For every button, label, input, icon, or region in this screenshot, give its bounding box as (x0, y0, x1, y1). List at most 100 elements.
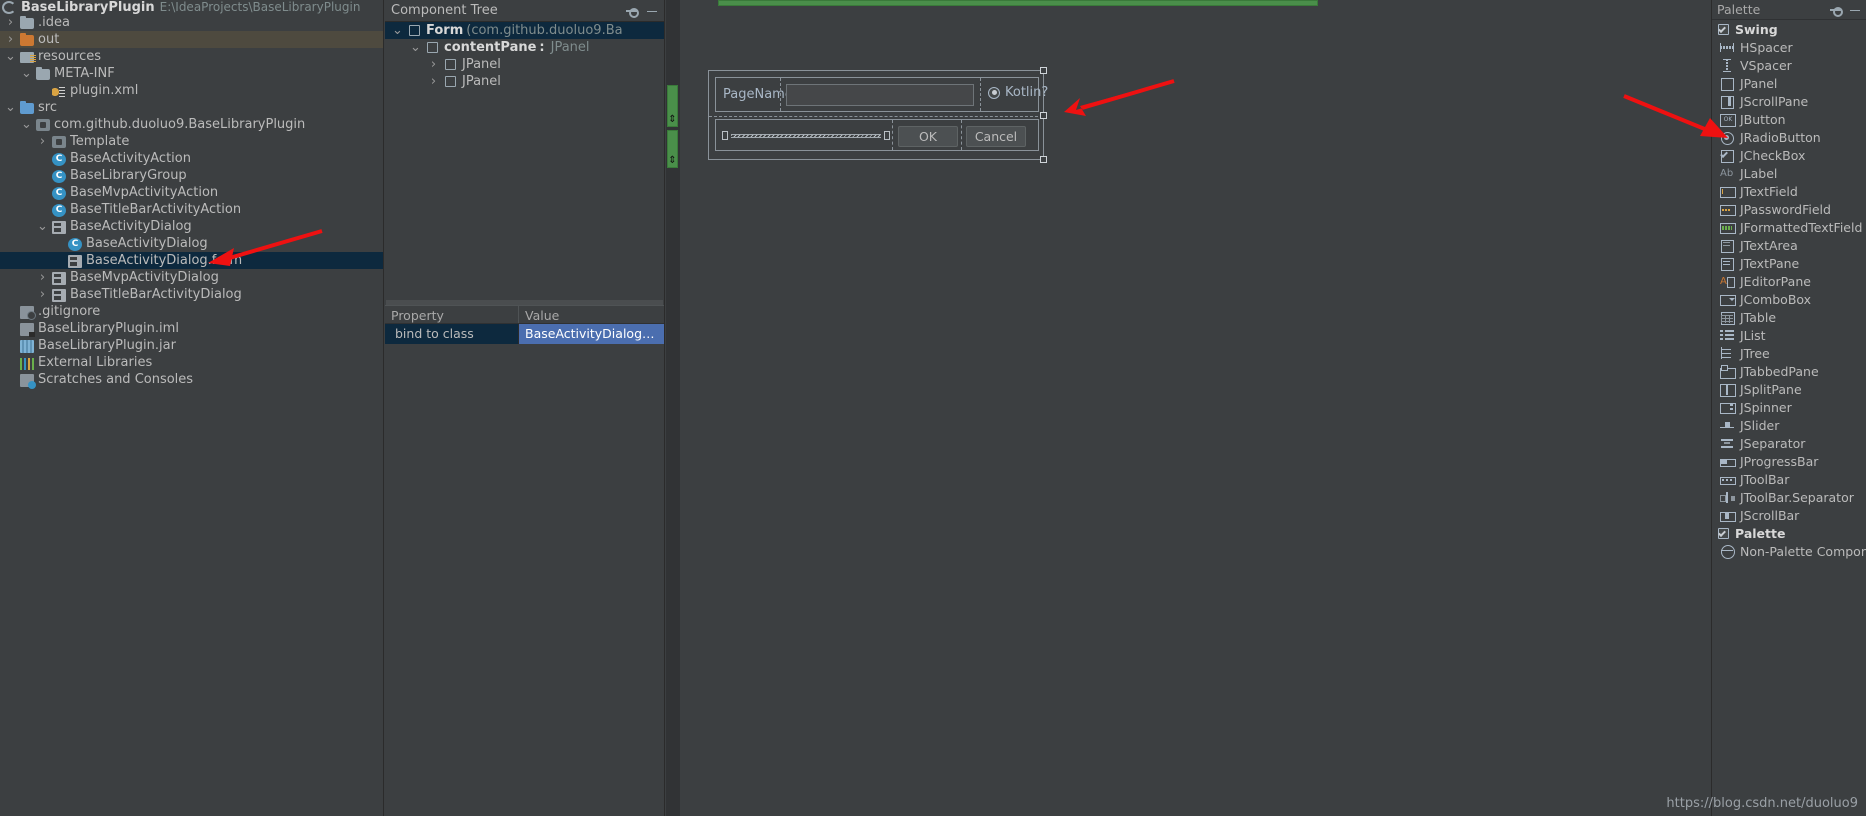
chevron-down-icon[interactable]: ⌄ (36, 220, 49, 233)
palette-item[interactable]: JLabel (1712, 164, 1866, 182)
form-root-panel[interactable]: PageName: Kotlin? OK Cancel (708, 67, 1048, 163)
palette-list[interactable]: Swing HSpacer VSpacer JPanel JScrollPane JBut… (1712, 20, 1866, 560)
palette-item[interactable]: JToolBar (1712, 470, 1866, 488)
palette-item[interactable]: JScrollBar (1712, 506, 1866, 524)
component-tree-row[interactable]: › JPanel (385, 56, 664, 73)
palette-item[interactable]: VSpacer (1712, 56, 1866, 74)
resize-handle-r[interactable] (1040, 112, 1047, 119)
palette-item[interactable]: JList (1712, 326, 1866, 344)
chevron-right-icon[interactable]: › (4, 16, 17, 29)
property-table[interactable]: Property Value bind to class BaseActivity… (385, 300, 664, 344)
palette-item[interactable]: Swing (1712, 20, 1866, 38)
palette-item[interactable]: JTable (1712, 308, 1866, 326)
chevron-down-icon[interactable]: ⌄ (4, 50, 17, 63)
project-tree-row[interactable]: › out (0, 31, 383, 48)
palette-header-actions[interactable] (1830, 4, 1861, 17)
component-checkbox[interactable] (427, 42, 438, 53)
component-checkbox[interactable] (445, 59, 456, 70)
project-tree-row[interactable]: › BaseTitleBarActivityDialog (0, 286, 383, 303)
project-tree-row[interactable]: C BaseActivityDialog (0, 235, 383, 252)
palette-item[interactable]: JSeparator (1712, 434, 1866, 452)
form-row-buttons[interactable]: OK Cancel (715, 119, 1039, 151)
palette-item[interactable]: JProgressBar (1712, 452, 1866, 470)
project-tree-row[interactable]: External Libraries (0, 354, 383, 371)
kotlin-radio-button[interactable]: Kotlin? (988, 85, 1048, 100)
project-tree-row[interactable]: .gitignore (0, 303, 383, 320)
palette-item[interactable]: JTextArea (1712, 236, 1866, 254)
project-tree-row[interactable]: ⌄ com.github.duoluo9.BaseLibraryPlugin (0, 116, 383, 133)
component-tree[interactable]: ⌄ Form (com.github.duoluo9.Ba ⌄ contentPane:… (385, 22, 664, 90)
row-resize-handle-2[interactable]: ⇕ (667, 130, 678, 168)
property-name-cell[interactable]: bind to class (385, 324, 519, 344)
palette-item[interactable]: Non-Palette Component... (1712, 542, 1866, 560)
component-tree-row[interactable]: › JPanel (385, 73, 664, 90)
chevron-right-icon[interactable]: › (36, 271, 49, 284)
minimize-icon[interactable] (1849, 4, 1861, 16)
gear-icon[interactable] (626, 5, 639, 18)
palette-item[interactable]: JSpinner (1712, 398, 1866, 416)
project-tool-window[interactable]: BaseLibraryPlugin E:\IdeaProjects\BaseLi… (0, 0, 384, 816)
project-tree-row[interactable]: ⌄ resources (0, 48, 383, 65)
palette-item[interactable]: JComboBox (1712, 290, 1866, 308)
project-tree-row[interactable]: › Template (0, 133, 383, 150)
chevron-right-icon[interactable]: › (36, 288, 49, 301)
component-checkbox[interactable] (445, 76, 456, 87)
chevron-right-icon[interactable]: › (36, 135, 49, 148)
project-tree-row[interactable]: C BaseMvpActivityAction (0, 184, 383, 201)
cancel-button[interactable]: Cancel (966, 126, 1026, 147)
palette-tool-window[interactable]: Palette Swing HSpacer VSpacer JPanel JScroll… (1711, 0, 1866, 816)
resize-handle-br[interactable] (1040, 156, 1047, 163)
chevron-right-icon[interactable]: › (427, 57, 440, 72)
checkbox-checked-icon[interactable] (1718, 527, 1729, 539)
row-resize-handle-1[interactable]: ⇕ (667, 85, 678, 127)
palette-item[interactable]: JSlider (1712, 416, 1866, 434)
property-row[interactable]: bind to classBaseActivityDialog in co... (385, 324, 664, 344)
project-tree-row[interactable]: C BaseTitleBarActivityAction (0, 201, 383, 218)
project-tree-row[interactable]: › BaseMvpActivityDialog (0, 269, 383, 286)
project-tree-row[interactable]: › .idea (0, 14, 383, 31)
palette-item[interactable]: Palette (1712, 524, 1866, 542)
chevron-down-icon[interactable]: ⌄ (4, 101, 17, 114)
hspacer-component[interactable] (722, 131, 890, 140)
component-tree-row[interactable]: ⌄ Form (com.github.duoluo9.Ba (385, 22, 664, 39)
project-root-row[interactable]: BaseLibraryPlugin E:\IdeaProjects\BaseLi… (0, 0, 383, 14)
checkbox-checked-icon[interactable] (1718, 23, 1729, 35)
palette-item[interactable]: JPanel (1712, 74, 1866, 92)
project-tree-row[interactable]: BaseLibraryPlugin.jar (0, 337, 383, 354)
project-tree-row[interactable]: C BaseLibraryGroup (0, 167, 383, 184)
palette-item[interactable]: JTextField (1712, 182, 1866, 200)
palette-item[interactable]: JFormattedTextField (1712, 218, 1866, 236)
palette-item[interactable]: JButton (1712, 110, 1866, 128)
minimize-icon[interactable] (646, 5, 658, 17)
palette-item[interactable]: JPasswordField (1712, 200, 1866, 218)
component-checkbox[interactable] (409, 25, 420, 36)
palette-item[interactable]: JScrollPane (1712, 92, 1866, 110)
column-resize-handle[interactable] (718, 0, 1318, 6)
palette-item[interactable]: HSpacer (1712, 38, 1866, 56)
project-tree-row[interactable]: C BaseActivityAction (0, 150, 383, 167)
property-rows[interactable]: bind to classBaseActivityDialog in co... (385, 324, 664, 344)
palette-item[interactable]: JToolBar.Separator (1712, 488, 1866, 506)
palette-item[interactable]: JTextPane (1712, 254, 1866, 272)
property-value-cell[interactable]: BaseActivityDialog in co... (519, 324, 664, 344)
chevron-right-icon[interactable]: › (427, 74, 440, 89)
resize-handle-tr[interactable] (1040, 67, 1047, 74)
project-tree-row[interactable]: Scratches and Consoles (0, 371, 383, 389)
palette-item[interactable]: JRadioButton (1712, 128, 1866, 146)
palette-item[interactable]: JEditorPane (1712, 272, 1866, 290)
palette-item[interactable]: JTree (1712, 344, 1866, 362)
chevron-down-icon[interactable]: ⌄ (409, 41, 422, 54)
chevron-down-icon[interactable]: ⌄ (391, 24, 404, 37)
project-tree-row[interactable]: plugin.xml (0, 82, 383, 99)
chevron-down-icon[interactable]: ⌄ (20, 67, 33, 80)
chevron-down-icon[interactable]: ⌄ (20, 118, 33, 131)
component-tree-tool-window[interactable]: Component Tree ⌄ Form (com.github.duoluo9.… (385, 0, 665, 816)
component-tree-header-actions[interactable] (626, 5, 658, 18)
palette-item[interactable]: JSplitPane (1712, 380, 1866, 398)
ok-button[interactable]: OK (898, 126, 958, 147)
project-tree-row[interactable]: ⌄ BaseActivityDialog (0, 218, 383, 235)
project-tree-row[interactable]: BaseActivityDialog.form (0, 252, 383, 269)
project-tree-row[interactable]: ⌄ META-INF (0, 65, 383, 82)
project-tree-row[interactable]: ⌄ src (0, 99, 383, 116)
project-tree-row[interactable]: BaseLibraryPlugin.iml (0, 320, 383, 337)
